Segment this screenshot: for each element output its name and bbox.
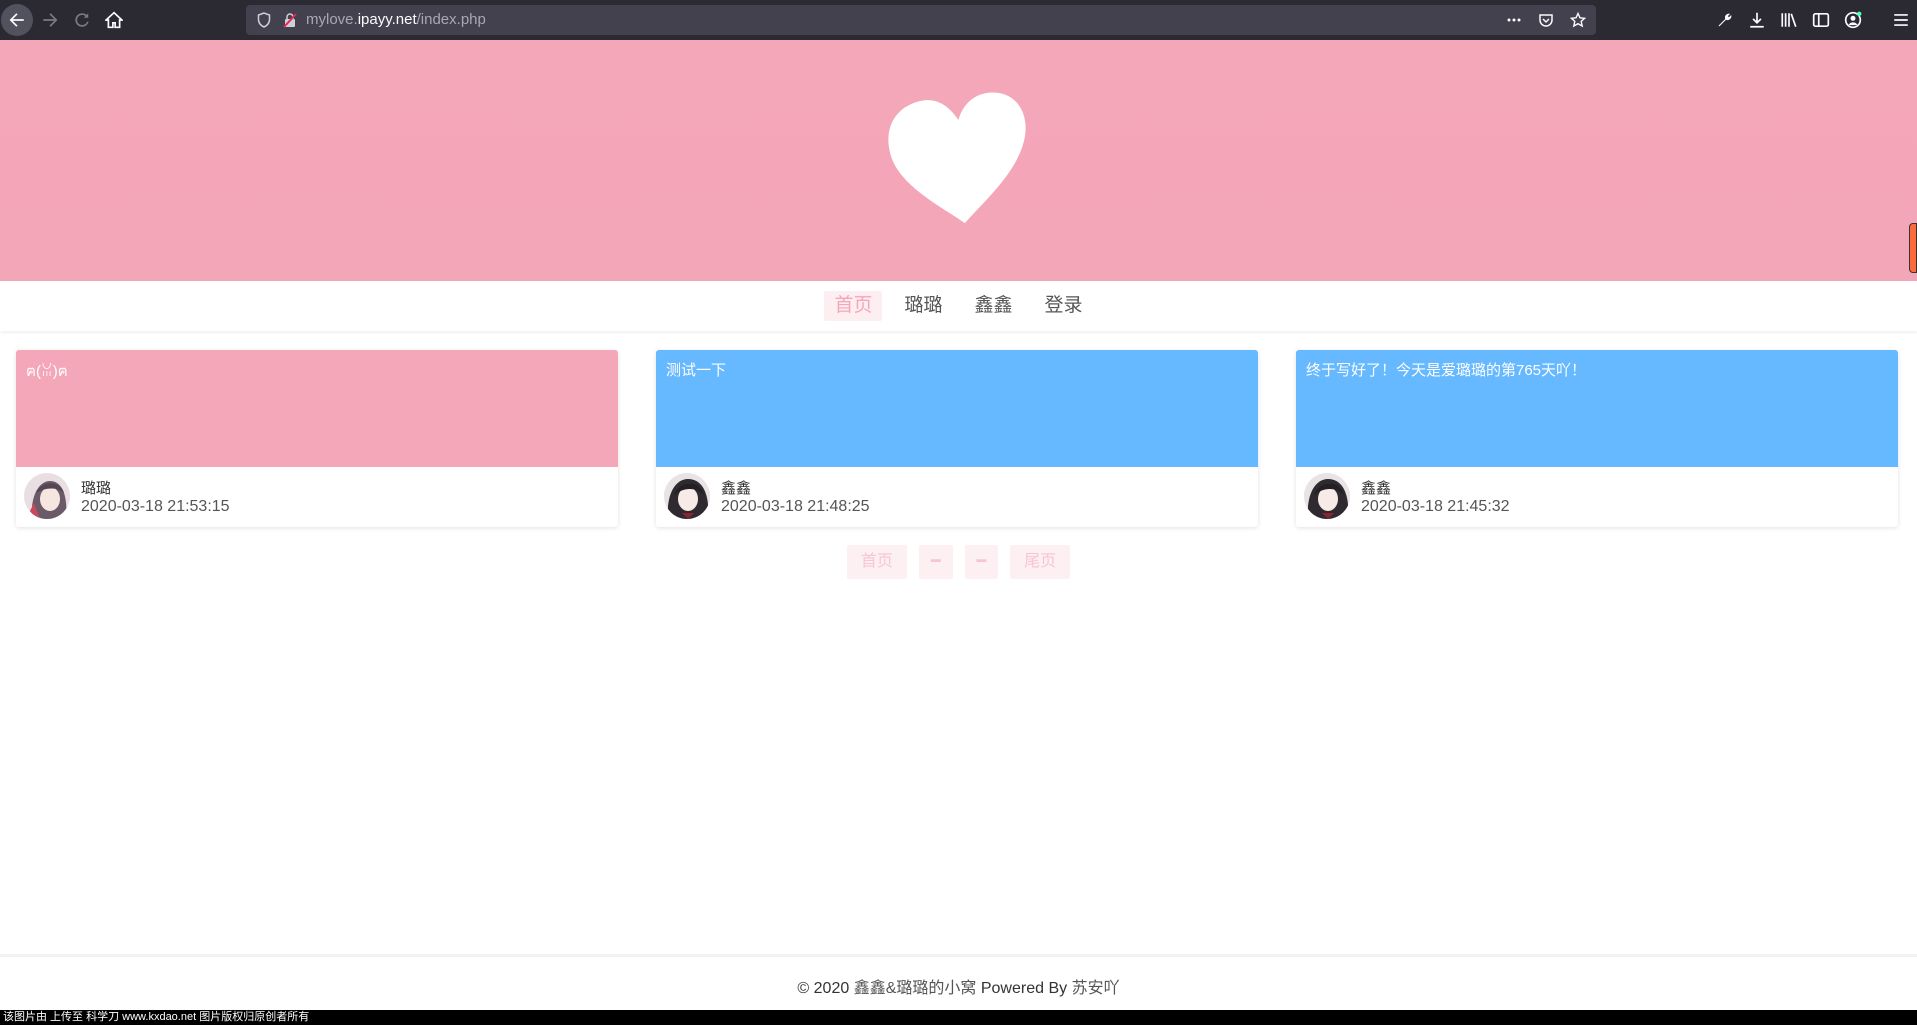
main-nav: 首页 璐璐 鑫鑫 登录 [0,281,1917,331]
post-time: 2020-03-18 21:45:32 [1361,498,1510,515]
author-link[interactable]: 苏安吖 [1072,980,1120,997]
home-button[interactable] [98,4,130,36]
next-page-button[interactable]: ━ [964,545,999,579]
prev-page-button[interactable]: ━ [918,545,953,579]
menu-icon[interactable] [1885,4,1917,36]
avatar [24,473,70,519]
sidebar-icon[interactable] [1805,4,1837,36]
library-icon[interactable] [1773,4,1805,36]
url-path: /index.php [416,11,486,28]
nav-item-lulu[interactable]: 璐璐 [894,291,952,321]
post-list: ฅ(ꈍ)ฅ 璐璐 2020-03-18 21:53:15 测试一下 鑫鑫 202… [16,350,1901,527]
nav-item-login[interactable]: 登录 [1035,291,1093,321]
powered-by-text: Powered By [980,980,1068,997]
footer: © 2020 鑫鑫&璐璐的小窝 Powered By 苏安吖 [0,954,1917,1010]
wrench-icon[interactable] [1709,4,1741,36]
nav-item-home[interactable]: 首页 [824,291,883,321]
url-host: ipayy.net [357,11,417,28]
post-author: 璐璐 [81,480,112,497]
avatar [1304,473,1350,519]
post-card[interactable]: ฅ(ꈍ)ฅ 璐璐 2020-03-18 21:53:15 [16,350,618,527]
pagination: 首页 ━ ━ 尾页 [0,545,1917,579]
post-content: 测试一下 [656,350,1258,467]
post-author: 鑫鑫 [1361,480,1392,497]
status-bar: 该图片由 上传至 科学刀 www.kxdao.net 图片版权归原创者所有 [0,1010,1917,1025]
more-actions-icon[interactable] [1504,10,1524,30]
first-page-button[interactable]: 首页 [846,545,907,579]
nav-item-xinxin[interactable]: 鑫鑫 [965,291,1023,321]
post-meta: 璐璐 2020-03-18 21:53:15 [16,467,618,527]
avatar [664,473,710,519]
page-content: 首页 璐璐 鑫鑫 登录 ฅ(ꈍ)ฅ 璐璐 2020-03-18 21:53:15… [0,40,1917,1010]
home-icon [105,11,123,29]
header-banner [0,40,1917,281]
site-name: 鑫鑫&璐璐的小窝 [853,980,977,997]
last-page-button[interactable]: 尾页 [1010,545,1071,579]
address-bar[interactable]: mylove.ipayy.net/index.php [246,5,1596,35]
pocket-icon[interactable] [1536,10,1556,30]
post-meta: 鑫鑫 2020-03-18 21:45:32 [1296,467,1898,527]
arrow-right-icon [43,13,58,27]
post-card[interactable]: 终于写好了！今天是爱璐璐的第765天吖！ 鑫鑫 2020-03-18 21:45… [1296,350,1898,527]
url-text[interactable]: mylove.ipayy.net/index.php [306,11,486,28]
post-content: 终于写好了！今天是爱璐璐的第765天吖！ [1296,350,1898,467]
post-time: 2020-03-18 21:53:15 [81,498,230,515]
post-meta: 鑫鑫 2020-03-18 21:48:25 [656,467,1258,527]
scroll-indicator [1909,223,1917,273]
shield-icon[interactable] [256,12,272,28]
copyright-text: © 2020 [797,980,850,997]
url-prefix: mylove. [306,11,358,28]
back-button[interactable] [1,4,33,36]
post-time: 2020-03-18 21:48:25 [721,498,870,515]
bookmark-star-icon[interactable] [1568,10,1588,30]
post-author: 鑫鑫 [721,480,752,497]
insecure-lock-icon[interactable] [282,12,298,28]
reload-icon [75,13,89,27]
arrow-left-icon [9,13,24,27]
heart-icon [888,92,1026,224]
reload-button[interactable] [66,4,98,36]
forward-button[interactable] [34,4,66,36]
post-content: ฅ(ꈍ)ฅ [16,350,618,467]
account-icon[interactable] [1837,4,1869,36]
post-card[interactable]: 测试一下 鑫鑫 2020-03-18 21:48:25 [656,350,1258,527]
browser-toolbar: mylove.ipayy.net/index.php [0,0,1917,40]
download-icon[interactable] [1741,4,1773,36]
